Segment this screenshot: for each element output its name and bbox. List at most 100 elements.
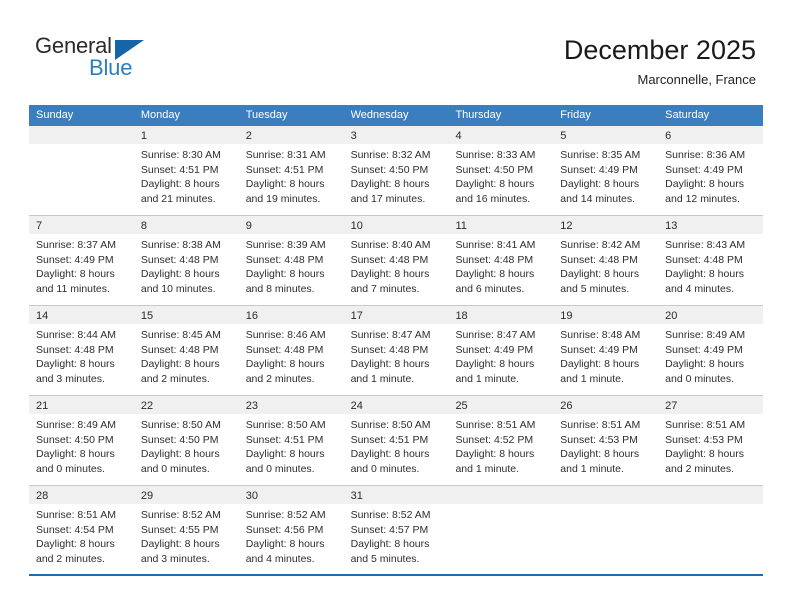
sunrise-text: Sunrise: 8:49 AM [36, 419, 116, 431]
day-details: Sunrise: 8:36 AM Sunset: 4:49 PM Daylight:… [658, 144, 763, 206]
sunset-text: Sunset: 4:48 PM [665, 253, 743, 266]
daylight-text: and 4 minutes. [665, 282, 735, 295]
calendar-day-cell[interactable]: 12 Sunrise: 8:42 AM Sunset: 4:48 PM Dayligh… [553, 216, 659, 305]
sunrise-text: Sunrise: 8:40 AM [350, 239, 431, 251]
calendar-day-cell[interactable]: 23 Sunrise: 8:50 AM Sunset: 4:51 PM Dayligh… [238, 396, 344, 485]
calendar-day-cell[interactable]: 3 Sunrise: 8:32 AM Sunset: 4:50 PM Daylight… [343, 126, 449, 215]
day-number-band: 26 [553, 396, 659, 414]
sunrise-text: Sunrise: 8:33 AM [455, 149, 536, 161]
daylight-text: and 2 minutes. [245, 372, 315, 385]
day-details: Sunrise: 8:35 AM Sunset: 4:49 PM Daylight:… [553, 144, 658, 206]
daylight-text: and 10 minutes. [140, 282, 216, 295]
weekday-header-tuesday: Tuesday [245, 109, 288, 121]
calendar-day-cell[interactable]: 5 Sunrise: 8:35 AM Sunset: 4:49 PM Daylight… [553, 126, 659, 215]
daylight-text: Daylight: 8 hours [665, 178, 744, 190]
daylight-text: and 2 minutes. [36, 552, 105, 565]
daylight-text: Daylight: 8 hours [665, 358, 744, 370]
day-number: 8 [140, 220, 147, 232]
calendar-week-row: 28 Sunrise: 8:51 AM Sunset: 4:54 PM Dayligh… [29, 486, 764, 576]
calendar-day-cell[interactable]: 27 Sunrise: 8:51 AM Sunset: 4:53 PM Dayligh… [658, 396, 764, 485]
sunset-text: Sunset: 4:53 PM [560, 433, 638, 446]
day-number: 3 [350, 130, 357, 142]
day-number: 4 [455, 130, 462, 142]
calendar-day-cell[interactable]: 10 Sunrise: 8:40 AM Sunset: 4:48 PM Dayligh… [343, 216, 449, 305]
daylight-text: and 1 minute. [560, 372, 624, 385]
day-number: 11 [455, 220, 467, 232]
day-number-band: 31 [343, 486, 449, 504]
daylight-text: Daylight: 8 hours [560, 358, 640, 370]
calendar-day-cell[interactable]: 31 Sunrise: 8:52 AM Sunset: 4:57 PM Dayligh… [343, 486, 449, 574]
calendar-day-cell[interactable]: 30 Sunrise: 8:52 AM Sunset: 4:56 PM Dayligh… [238, 486, 344, 574]
daylight-text: and 21 minutes. [140, 192, 216, 205]
sunset-text: Sunset: 4:57 PM [350, 523, 429, 536]
day-details [553, 504, 658, 508]
day-number: 7 [36, 220, 43, 232]
day-details: Sunrise: 8:50 AM Sunset: 4:50 PM Daylight:… [134, 414, 239, 476]
calendar-day-cell[interactable]: 7 Sunrise: 8:37 AM Sunset: 4:49 PM Daylight… [29, 216, 134, 305]
day-details: Sunrise: 8:42 AM Sunset: 4:48 PM Daylight:… [553, 234, 658, 296]
sunset-text: Sunset: 4:48 PM [36, 343, 114, 356]
calendar-day-cell[interactable]: 15 Sunrise: 8:45 AM Sunset: 4:48 PM Dayligh… [133, 306, 239, 395]
sunrise-text: Sunrise: 8:51 AM [560, 419, 641, 431]
calendar-day-cell[interactable]: 9 Sunrise: 8:39 AM Sunset: 4:48 PM Daylight… [238, 216, 344, 305]
sunset-text: Sunset: 4:48 PM [140, 343, 219, 356]
calendar-week-row: 21 Sunrise: 8:49 AM Sunset: 4:50 PM Dayligh… [29, 396, 764, 486]
day-details: Sunrise: 8:45 AM Sunset: 4:48 PM Daylight:… [134, 324, 239, 386]
daylight-text: and 1 minute. [350, 372, 415, 385]
day-number: 17 [350, 310, 363, 322]
day-number-band: 14 [29, 306, 134, 324]
day-details [29, 144, 134, 148]
general-blue-logo[interactable]: General Blue [35, 33, 215, 89]
daylight-text: and 1 minute. [455, 462, 520, 475]
sunrise-text: Sunrise: 8:46 AM [245, 329, 326, 341]
day-details: Sunrise: 8:50 AM Sunset: 4:51 PM Daylight:… [239, 414, 344, 476]
title-block: December 2025 Marconnelle, France [336, 34, 756, 89]
calendar-day-cell[interactable]: 6 Sunrise: 8:36 AM Sunset: 4:49 PM Daylight… [658, 126, 764, 215]
sunset-text: Sunset: 4:53 PM [665, 433, 743, 446]
day-details: Sunrise: 8:51 AM Sunset: 4:52 PM Daylight:… [448, 414, 553, 476]
day-details: Sunrise: 8:43 AM Sunset: 4:48 PM Daylight:… [658, 234, 763, 296]
daylight-text: Daylight: 8 hours [245, 448, 325, 460]
day-number-band: 28 [29, 486, 134, 504]
daylight-text: and 7 minutes. [350, 282, 420, 295]
daylight-text: Daylight: 8 hours [560, 178, 640, 190]
sunset-text: Sunset: 4:51 PM [140, 163, 219, 176]
calendar-day-cell[interactable]: 26 Sunrise: 8:51 AM Sunset: 4:53 PM Dayligh… [553, 396, 659, 485]
calendar-day-cell[interactable]: 4 Sunrise: 8:33 AM Sunset: 4:50 PM Daylight… [448, 126, 554, 215]
day-details: Sunrise: 8:51 AM Sunset: 4:53 PM Daylight:… [553, 414, 658, 476]
day-number-band: 2 [238, 126, 344, 144]
day-number-band: 9 [238, 216, 344, 234]
sunset-text: Sunset: 4:52 PM [455, 433, 534, 446]
day-number: 23 [245, 400, 258, 412]
sunrise-text: Sunrise: 8:48 AM [560, 329, 641, 341]
sunset-text: Sunset: 4:48 PM [455, 253, 534, 266]
calendar-day-cell[interactable]: 1 Sunrise: 8:30 AM Sunset: 4:51 PM Daylight… [133, 126, 239, 215]
calendar-day-cell[interactable]: 29 Sunrise: 8:52 AM Sunset: 4:55 PM Dayligh… [133, 486, 239, 574]
calendar-day-cell[interactable]: 21 Sunrise: 8:49 AM Sunset: 4:50 PM Dayligh… [29, 396, 134, 485]
calendar-day-cell[interactable]: 8 Sunrise: 8:38 AM Sunset: 4:48 PM Daylight… [133, 216, 239, 305]
calendar-day-cell[interactable]: 24 Sunrise: 8:50 AM Sunset: 4:51 PM Dayligh… [343, 396, 449, 485]
calendar-day-cell[interactable]: 25 Sunrise: 8:51 AM Sunset: 4:52 PM Dayligh… [448, 396, 554, 485]
calendar-day-cell[interactable]: 16 Sunrise: 8:46 AM Sunset: 4:48 PM Dayligh… [238, 306, 344, 395]
calendar-day-cell[interactable]: 11 Sunrise: 8:41 AM Sunset: 4:48 PM Dayligh… [448, 216, 554, 305]
day-details: Sunrise: 8:38 AM Sunset: 4:48 PM Daylight:… [134, 234, 239, 296]
calendar-day-cell[interactable]: 20 Sunrise: 8:49 AM Sunset: 4:49 PM Dayligh… [658, 306, 764, 395]
calendar-day-cell[interactable]: 14 Sunrise: 8:44 AM Sunset: 4:48 PM Dayligh… [29, 306, 134, 395]
calendar-day-cell[interactable]: 17 Sunrise: 8:47 AM Sunset: 4:48 PM Dayligh… [343, 306, 449, 395]
day-details: Sunrise: 8:31 AM Sunset: 4:51 PM Daylight:… [239, 144, 344, 206]
calendar-day-cell[interactable]: 18 Sunrise: 8:47 AM Sunset: 4:49 PM Dayligh… [448, 306, 554, 395]
sunrise-text: Sunrise: 8:30 AM [140, 149, 221, 161]
day-details: Sunrise: 8:46 AM Sunset: 4:48 PM Daylight:… [239, 324, 344, 386]
calendar-day-cell[interactable]: 2 Sunrise: 8:31 AM Sunset: 4:51 PM Daylight… [238, 126, 344, 215]
day-number-band: 25 [448, 396, 554, 414]
calendar-day-cell[interactable]: 22 Sunrise: 8:50 AM Sunset: 4:50 PM Dayligh… [133, 396, 239, 485]
daylight-text: and 16 minutes. [455, 192, 531, 205]
daylight-text: and 1 minute. [560, 462, 624, 475]
calendar-day-cell[interactable]: 28 Sunrise: 8:51 AM Sunset: 4:54 PM Dayligh… [29, 486, 134, 574]
sunrise-text: Sunrise: 8:42 AM [560, 239, 641, 251]
day-details: Sunrise: 8:30 AM Sunset: 4:51 PM Daylight:… [134, 144, 239, 206]
calendar-day-cell[interactable]: 13 Sunrise: 8:43 AM Sunset: 4:48 PM Dayligh… [658, 216, 764, 305]
day-number-band: 7 [29, 216, 134, 234]
calendar-day-cell[interactable]: 19 Sunrise: 8:48 AM Sunset: 4:49 PM Dayligh… [553, 306, 659, 395]
sunrise-text: Sunrise: 8:39 AM [245, 239, 326, 251]
